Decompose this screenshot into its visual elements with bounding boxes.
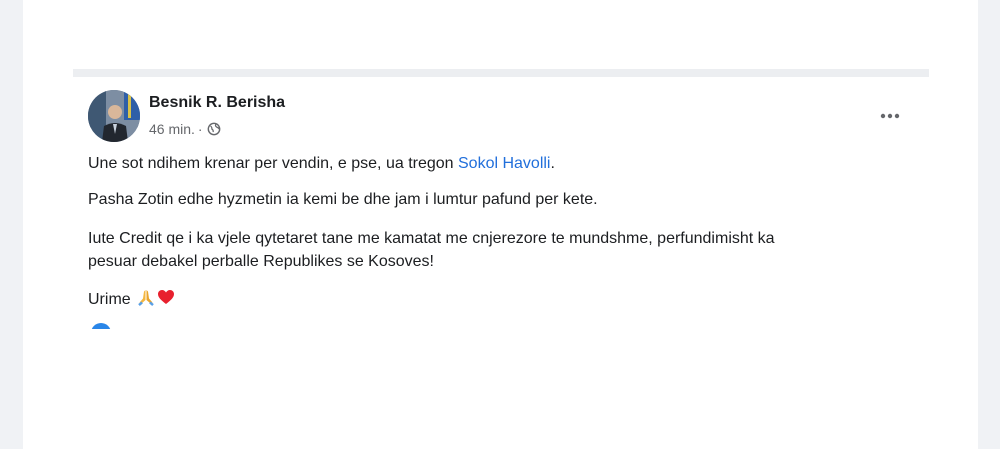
author-avatar[interactable] [88,90,140,142]
paragraph-4-text: Urime [88,291,131,308]
post-paragraph-3-line-1: Iute Credit qe i ka vjele qytetaret tane… [88,230,775,247]
reaction-icon[interactable] [91,323,111,329]
post-meta: 46 min. · [149,121,221,137]
more-options-icon [880,113,900,119]
more-options-button[interactable] [874,100,906,132]
globe-icon[interactable] [207,122,221,136]
post-paragraph-4: Urime [88,288,175,313]
post-paragraph-2: Pasha Zotin edhe hyzmetin ia kemi be dhe… [88,191,598,208]
author-name[interactable]: Besnik R. Berisha [149,94,285,112]
meta-separator: · [197,121,203,137]
feed-divider [73,69,929,77]
post-paragraph-3-line-2: pesuar debakel perballe Republikes se Ko… [88,253,434,270]
post-paragraph-1: Une sot ndihem krenar per vendin, e pse,… [88,153,555,175]
paragraph-1-end: . [550,155,555,172]
post-time[interactable]: 46 min. [149,121,195,137]
praying-hands-icon [137,288,155,313]
red-heart-icon [157,288,175,313]
avatar-photo [88,90,140,142]
mention-link[interactable]: Sokol Havolli [458,155,550,172]
paragraph-1-text: Une sot ndihem krenar per vendin, e pse,… [88,155,458,172]
